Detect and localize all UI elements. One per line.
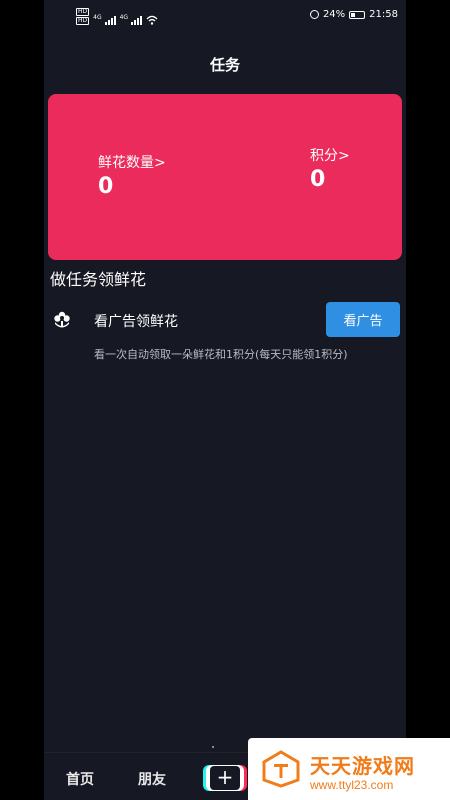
points-label: 积分> [310,148,350,164]
points-stat[interactable]: 积分> 0 [310,145,350,192]
nav-friends[interactable]: 朋友 [138,769,166,789]
network-type: 4G [119,14,129,21]
points-value: 0 [310,167,326,192]
hd-badge: HD [76,8,90,16]
flower-icon [54,311,70,328]
app-screen: HD HD 4G 4G 24% 21:58 任务 鲜花数量> 0 积分> 0 做… [44,0,406,800]
task-description: 看一次自动领取一朵鲜花和1积分(每天只能领1积分) [94,348,348,361]
plus-icon: + [210,766,240,790]
alarm-icon [309,10,319,19]
hd-indicators: HD HD [76,8,90,25]
flowers-value: 0 [98,174,114,199]
signal-icon [131,15,143,25]
watermark: 天天游戏网 www.ttyl23.com [248,738,450,800]
watermark-title: 天天游戏网 [310,754,415,778]
signal-icon [104,15,116,25]
battery-percent: 24% [322,9,346,20]
wifi-icon [146,15,158,25]
flowers-label: 鲜花数量> [98,155,166,171]
clock: 21:58 [369,9,398,20]
create-button[interactable]: + [206,765,244,791]
task-row: 看广告领鲜花 看广告 [44,300,406,340]
status-bar: HD HD 4G 4G 24% 21:58 [44,6,406,26]
status-left: HD HD 4G 4G [76,8,158,25]
page-title: 任务 [209,56,240,74]
hd-badge: HD [76,17,90,25]
watch-ad-button[interactable]: 看广告 [326,302,400,337]
network-type: 4G [93,14,102,21]
section-title: 做任务领鲜花 [50,270,147,289]
nav-home[interactable]: 首页 [66,769,94,789]
watermark-url: www.ttyl23.com [310,778,394,792]
stats-card: 鲜花数量> 0 积分> 0 [48,94,402,260]
divider-dot [212,746,214,748]
status-right: 24% 21:58 [309,9,398,20]
battery-icon [349,10,366,19]
task-title: 看广告领鲜花 [94,314,178,330]
flowers-stat[interactable]: 鲜花数量> 0 [98,152,166,199]
watermark-logo-icon [262,750,300,788]
